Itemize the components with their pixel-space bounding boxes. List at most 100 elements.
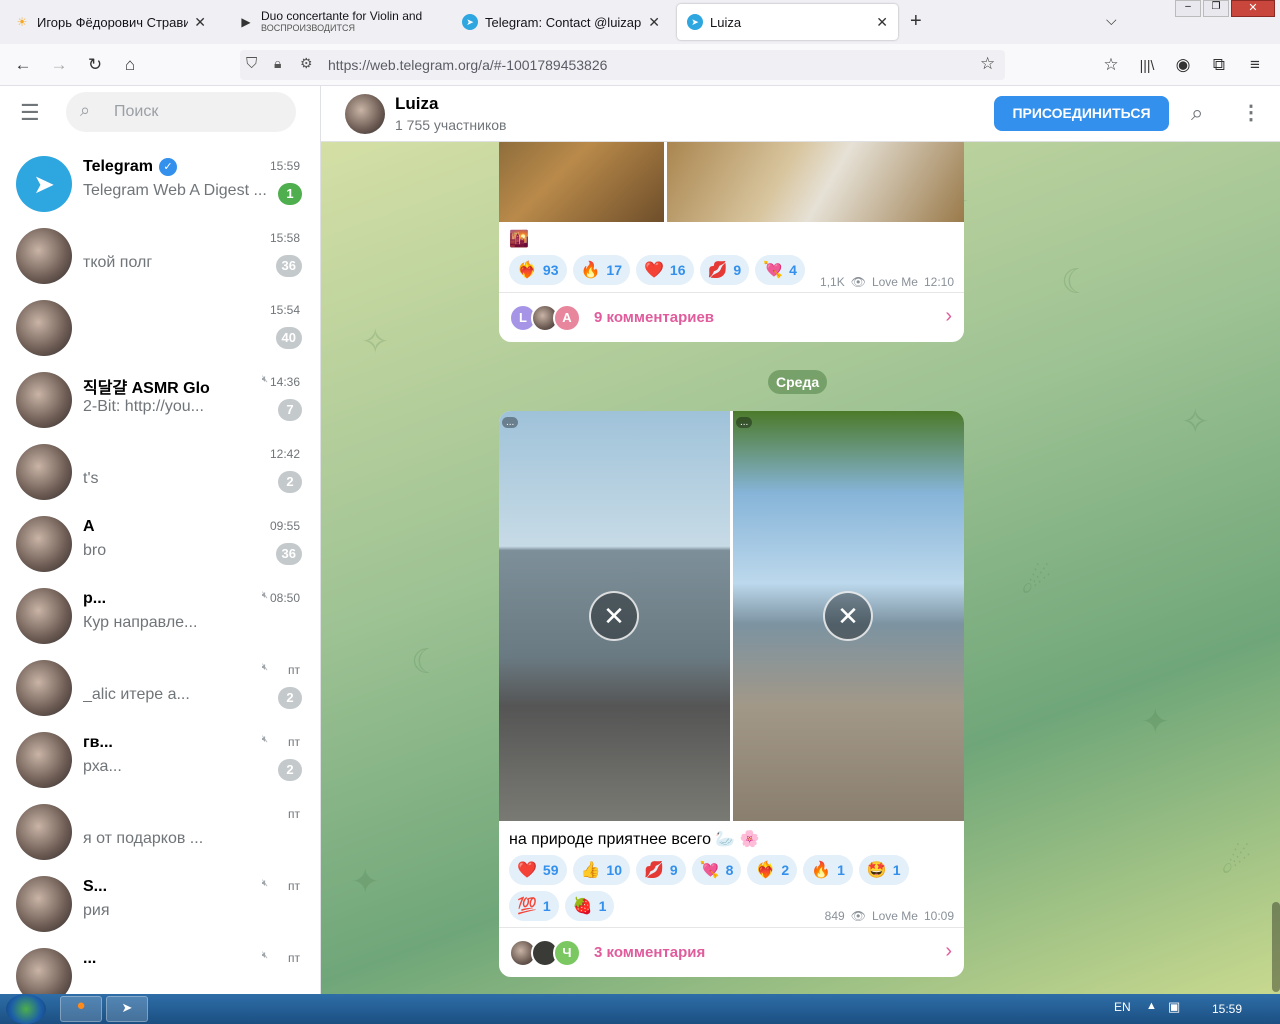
url-bar[interactable]: ⛉ 🔒︎ ⚙ https://web.telegram.org/a/#-1001… (240, 50, 1005, 80)
chat-list-item[interactable]: S... рия пт 🔇︎ (0, 868, 320, 940)
pattern-icon: ✧ (361, 323, 390, 361)
post-photo[interactable] (499, 142, 664, 222)
reaction-button[interactable]: 🔥 17 (572, 255, 630, 285)
chat-list-item[interactable]: Abro 09:55 36 (0, 508, 320, 580)
reaction-button[interactable]: ❤️‍🔥 2 (747, 855, 798, 885)
unread-badge: 7 (278, 399, 302, 421)
chat-list-item[interactable]: ... пт 🔇︎ (0, 940, 320, 994)
reactions-row: 💯 1 🍓 1 (509, 891, 620, 921)
reaction-button[interactable]: ❤️ 59 (509, 855, 567, 885)
chevron-down-icon[interactable]: ⌵ (1106, 12, 1117, 29)
chat-list-item[interactable]: гв... рха... пт 🔇︎ 2 (0, 724, 320, 796)
chevron-right-icon: › (945, 940, 952, 962)
permissions-icon[interactable]: ⚙ (300, 55, 313, 72)
eye-icon: 👁︎ (850, 275, 866, 289)
chat-name: гв... (83, 734, 113, 751)
reaction-button[interactable]: 💋 9 (636, 855, 686, 885)
chat-name: A (83, 518, 95, 535)
muted-icon: 🔇︎ (261, 878, 268, 889)
unread-badge: 40 (275, 327, 302, 349)
channel-title[interactable]: Luiza (395, 94, 438, 114)
reaction-button[interactable]: 💋 9 (699, 255, 750, 285)
scrollbar[interactable] (1272, 902, 1280, 992)
post-video[interactable]: ... ✕ (499, 411, 730, 821)
restore-icon[interactable]: ❐ (1203, 0, 1229, 17)
reaction-button[interactable]: 🍓 1 (564, 891, 615, 921)
comments-button[interactable]: Ч 3 комментария › (499, 927, 964, 977)
account-icon[interactable]: ◉ (1170, 52, 1196, 78)
tray-expand-icon[interactable]: ▲ (1146, 1000, 1157, 1012)
reaction-count: 1 (837, 862, 845, 878)
post-photo[interactable] (667, 142, 964, 222)
unread-badge: 36 (275, 255, 302, 277)
more-options-icon[interactable]: ⋮ (1241, 100, 1261, 125)
reaction-button[interactable]: ❤️‍🔥 93 (509, 255, 567, 285)
forward-icon[interactable]: → (46, 52, 72, 78)
comments-button[interactable]: L A 9 комментариев › (499, 292, 964, 342)
channel-avatar[interactable] (345, 94, 385, 134)
muted-icon: 🔇︎ (261, 950, 268, 961)
reaction-button[interactable]: 🔥 1 (803, 855, 853, 885)
chat-list-item[interactable]: p... Кур направле... 08:50 🔇︎ (0, 580, 320, 652)
shield-icon[interactable]: ⛉ (246, 55, 257, 72)
close-icon[interactable]: ✕ (648, 14, 660, 31)
lock-icon[interactable]: 🔒︎ (274, 55, 281, 72)
reactions-row: ❤️‍🔥 93 🔥 17 ❤️ 16 💋 9 💘 4 (509, 255, 811, 285)
chat-list-item[interactable]: _alic итере а... пт 🔇︎ 2 (0, 652, 320, 724)
bookmark-star-icon[interactable]: ☆ (980, 54, 995, 74)
reaction-button[interactable]: 🤩 1 (858, 855, 909, 885)
telegram-taskbar-button[interactable]: ➤ (106, 996, 148, 1022)
library-icon[interactable]: |||\ (1134, 52, 1160, 78)
chat-list-item[interactable]: я от подарков ... пт (0, 796, 320, 868)
chat-list-item[interactable]: ➤ Telegram ✓ Telegram Web A Digest ... 15:59… (0, 148, 320, 220)
reaction-button[interactable]: ❤️ 16 (636, 255, 694, 285)
post-video[interactable]: ... ✕ (733, 411, 964, 821)
reaction-button[interactable]: 💯 1 (509, 891, 559, 921)
url-text[interactable]: https://web.telegram.org/a/#-10017894538… (328, 57, 607, 73)
chat-list-item[interactable]: 직달걀 ASMR Glo 2-Bit: http://you... 14:36 🔇︎ 7 (0, 364, 320, 436)
home-icon[interactable]: ⌂ (117, 52, 143, 78)
browser-tab-bar: ☀ Игорь Фёдорович Стравински ✕ ▶ Duo con… (0, 0, 1280, 44)
close-icon[interactable]: ✕ (876, 14, 888, 31)
cancel-download-icon[interactable]: ✕ (589, 591, 639, 641)
new-tab-icon[interactable]: + (910, 10, 922, 33)
tab-stravinsky[interactable]: ☀ Игорь Фёдорович Стравински ✕ (4, 4, 216, 40)
join-channel-button[interactable]: ПРИСОЕДИНИТЬСЯ (994, 96, 1169, 131)
tab-telegram-contact[interactable]: ➤ Telegram: Contact @luizapip ✕ (452, 4, 670, 40)
chat-name: S... (83, 878, 108, 895)
start-button[interactable] (6, 994, 46, 1024)
reaction-emoji: 🍓 (572, 898, 593, 915)
reaction-count: 59 (542, 862, 559, 878)
muted-icon: 🔇︎ (261, 374, 268, 385)
minimize-icon[interactable]: – (1175, 0, 1201, 17)
search-input[interactable]: ⌕ Поиск (66, 92, 296, 132)
reaction-emoji: 💘 (763, 262, 784, 279)
extensions-icon[interactable]: ⧉ (1206, 52, 1232, 78)
language-indicator[interactable]: EN (1114, 1000, 1131, 1014)
chat-list-item[interactable]: 15:54 40 (0, 292, 320, 364)
chat-list-item[interactable]: t's 12:42 2 (0, 436, 320, 508)
search-icon[interactable]: ⌕ (1191, 100, 1203, 126)
network-icon[interactable]: ▣ (1168, 999, 1180, 1015)
windows-taskbar: ● ➤ EN ▲ ▣ 15:59 (0, 994, 1280, 1024)
reaction-button[interactable]: 💘 8 (691, 855, 742, 885)
clock[interactable]: 15:59 (1212, 1002, 1242, 1016)
cancel-download-icon[interactable]: ✕ (823, 591, 873, 641)
hamburger-menu-icon[interactable]: ☰ (20, 100, 40, 126)
reaction-emoji: 🤩 (866, 862, 887, 879)
back-icon[interactable]: ← (10, 52, 36, 78)
reaction-button[interactable]: 👍 10 (572, 855, 630, 885)
reaction-button[interactable]: 💘 4 (755, 255, 805, 285)
close-icon[interactable]: ✕ (194, 14, 206, 31)
firefox-taskbar-button[interactable]: ● (60, 996, 102, 1022)
telegram-icon: ➤ (16, 156, 72, 212)
close-window-icon[interactable]: ✕ (1231, 0, 1275, 17)
tab-luiza[interactable]: ➤ Luiza ✕ (677, 4, 898, 40)
reaction-count: 17 (606, 262, 622, 278)
pocket-icon[interactable]: ☆ (1098, 52, 1124, 78)
reload-icon[interactable]: ↻ (82, 52, 108, 78)
chat-list-item[interactable]: ткой полг 15:58 36 (0, 220, 320, 292)
menu-icon[interactable]: ≡ (1242, 52, 1268, 78)
chat-last-message: Кур направле... (83, 614, 198, 631)
tab-duo-concertante[interactable]: ▶ Duo concertante for Violin and ВОСПРОИ… (228, 4, 442, 40)
